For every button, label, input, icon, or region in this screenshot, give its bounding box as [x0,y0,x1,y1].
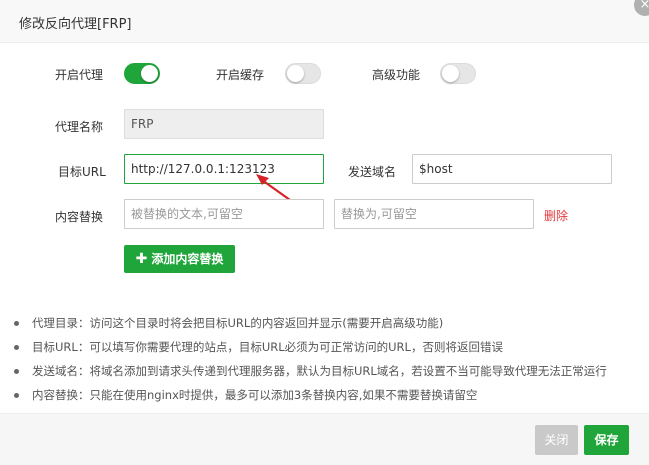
tip-item: 代理目录：访问这个目录时将会把目标URL的内容返回并显示(需要开启高级功能) [14,313,607,337]
tip-text: 内容替换：只能在使用nginx时提供，最多可以添加3条替换内容,如果不需要替换请… [32,388,478,402]
content-replace-label: 内容替换 [55,210,104,224]
toggle-knob [141,65,158,82]
tip-item: 目标URL：可以填写你需要代理的站点，目标URL必须为可正常访问的URL，否则将… [14,337,607,361]
replace-to-input[interactable]: 替换为,可留空 [334,199,534,229]
bullet-icon [14,321,19,326]
cache-toggle[interactable] [285,63,321,84]
tip-item: 内容替换：只能在使用nginx时提供，最多可以添加3条替换内容,如果不需要替换请… [14,385,607,409]
close-button[interactable]: 关闭 [535,425,578,455]
bullet-icon [14,369,19,374]
proxy-toggle[interactable] [124,63,160,84]
help-tips-list: 代理目录：访问这个目录时将会把目标URL的内容返回并显示(需要开启高级功能) 目… [14,313,607,409]
dialog-title: 修改反向代理[FRP] [19,17,132,32]
tip-text: 目标URL：可以填写你需要代理的站点，目标URL必须为可正常访问的URL，否则将… [32,340,503,354]
add-replace-label: 添加内容替换 [151,252,224,266]
proxy-name-label: 代理名称 [55,120,104,134]
advanced-toggle-label: 高级功能 [372,68,421,82]
bullet-icon [14,345,19,350]
proxy-name-input: FRP [124,109,324,139]
tip-item: 发送域名：将域名添加到请求头传递到代理服务器，默认为目标URL域名，若设置不当可… [14,361,607,385]
toggle-knob [442,65,459,82]
proxy-toggle-label: 开启代理 [55,68,104,82]
tip-text: 代理目录：访问这个目录时将会把目标URL的内容返回并显示(需要开启高级功能) [32,316,444,330]
send-domain-input[interactable]: $host [412,154,612,184]
tip-text: 发送域名：将域名添加到请求头传递到代理服务器，默认为目标URL域名，若设置不当可… [32,364,607,378]
dialog-titlebar: 修改反向代理[FRP] [0,0,649,43]
send-domain-label: 发送域名 [348,165,397,179]
save-button[interactable]: 保存 [584,425,629,455]
target-url-label: 目标URL [58,165,106,179]
bullet-icon [14,393,19,398]
cache-toggle-label: 开启缓存 [216,68,265,82]
replace-from-input[interactable]: 被替换的文本,可留空 [124,199,324,229]
delete-replace-link[interactable]: 删除 [544,207,568,224]
toggle-knob [287,65,304,82]
add-replace-button[interactable]: ✚ 添加内容替换 [124,245,235,273]
advanced-toggle[interactable] [440,63,476,84]
plus-icon: ✚ [135,251,148,267]
